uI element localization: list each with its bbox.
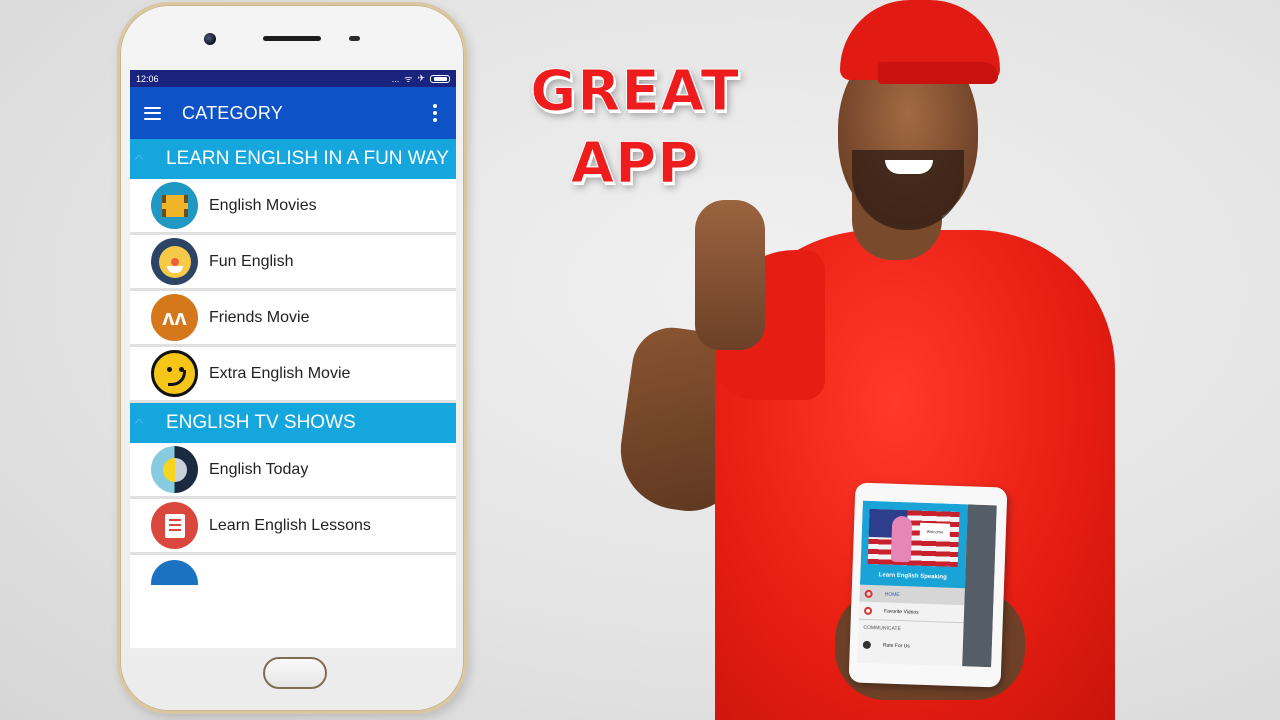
menu-label: Favorite Videos: [883, 607, 919, 616]
list-item-learn-english-lessons[interactable]: Learn English Lessons: [130, 499, 456, 555]
home-icon: [864, 589, 873, 598]
chevron-up-icon: ^: [134, 151, 144, 167]
phone-mockup: 12:06 ... ᯤ ✈ CATEGORY ^ LEARN ENGLISH I…: [117, 2, 467, 714]
tablet-menu-rate-for-us[interactable]: Rate For Us: [858, 636, 964, 657]
smiley-icon: [151, 350, 198, 397]
cap-brim: [878, 62, 998, 84]
section-header-english-tv-shows[interactable]: ^ ENGLISH TV SHOWS: [130, 403, 456, 443]
list-item-friends-movie[interactable]: ᴧᴧ Friends Movie: [130, 291, 456, 347]
page-title: CATEGORY: [182, 102, 283, 123]
clown-face-icon: [151, 238, 198, 285]
tablet-nav-drawer: Welcome Learn English Speaking HOME Favo…: [857, 500, 968, 667]
document-icon: [151, 502, 198, 549]
film-icon: [151, 182, 198, 229]
kebab-menu-icon[interactable]: [428, 104, 442, 122]
more-dots-icon: ...: [391, 73, 400, 84]
tablet-screen: Welcome Learn English Speaking HOME Favo…: [857, 500, 997, 668]
day-night-icon: [151, 446, 198, 493]
phone-screen: 12:06 ... ᯤ ✈ CATEGORY ^ LEARN ENGLISH I…: [130, 70, 456, 648]
list-item-label: Fun English: [209, 252, 294, 270]
list-item-partial[interactable]: [130, 555, 456, 585]
wifi-icon: ᯤ: [404, 74, 413, 84]
airplane-icon: ✈: [417, 73, 425, 83]
woman-image: [890, 515, 913, 563]
drawer-scrim[interactable]: [962, 504, 997, 668]
heart-icon: [863, 606, 873, 615]
earpiece-speaker: [263, 36, 321, 41]
community-icon: [151, 560, 198, 585]
thumbs-up-hand: [695, 200, 765, 350]
tablet-mockup: Welcome Learn English Speaking HOME Favo…: [848, 482, 1008, 688]
rate-icon: [862, 640, 872, 649]
section-header-learn-english[interactable]: ^ LEARN ENGLISH IN A FUN WAY: [130, 139, 456, 179]
hamburger-icon[interactable]: [144, 106, 161, 120]
status-bar: 12:06 ... ᯤ ✈: [130, 70, 456, 87]
status-icons: ... ᯤ ✈: [392, 72, 450, 85]
proximity-sensor: [349, 36, 360, 41]
list-item-label: Learn English Lessons: [209, 516, 371, 534]
list-item-label: English Today: [209, 460, 309, 478]
section-title: LEARN ENGLISH IN A FUN WAY: [166, 148, 449, 169]
menu-label: Rate For Us: [882, 641, 910, 649]
status-time: 12:06: [136, 73, 159, 84]
home-button[interactable]: [263, 657, 327, 689]
list-item-english-today[interactable]: English Today: [130, 443, 456, 499]
banner-caption: Learn English Speaking: [878, 572, 947, 581]
chevron-up-icon: ^: [134, 415, 144, 431]
list-item-label: English Movies: [209, 196, 317, 214]
list-item-label: Friends Movie: [209, 308, 310, 326]
section-title: ENGLISH TV SHOWS: [166, 412, 356, 433]
friends-icon: ᴧᴧ: [151, 294, 198, 341]
list-item-english-movies[interactable]: English Movies: [130, 179, 456, 235]
tablet-banner: Welcome Learn English Speaking: [859, 500, 968, 589]
app-bar: CATEGORY: [130, 87, 456, 139]
welcome-card: Welcome: [919, 522, 951, 540]
list-item-extra-english-movie[interactable]: Extra English Movie: [130, 347, 456, 403]
front-camera: [204, 33, 216, 45]
menu-label: HOME: [884, 590, 900, 598]
battery-icon: [430, 74, 450, 83]
smile: [885, 160, 933, 174]
list-item-label: Extra English Movie: [209, 364, 351, 382]
list-item-fun-english[interactable]: Fun English: [130, 235, 456, 291]
